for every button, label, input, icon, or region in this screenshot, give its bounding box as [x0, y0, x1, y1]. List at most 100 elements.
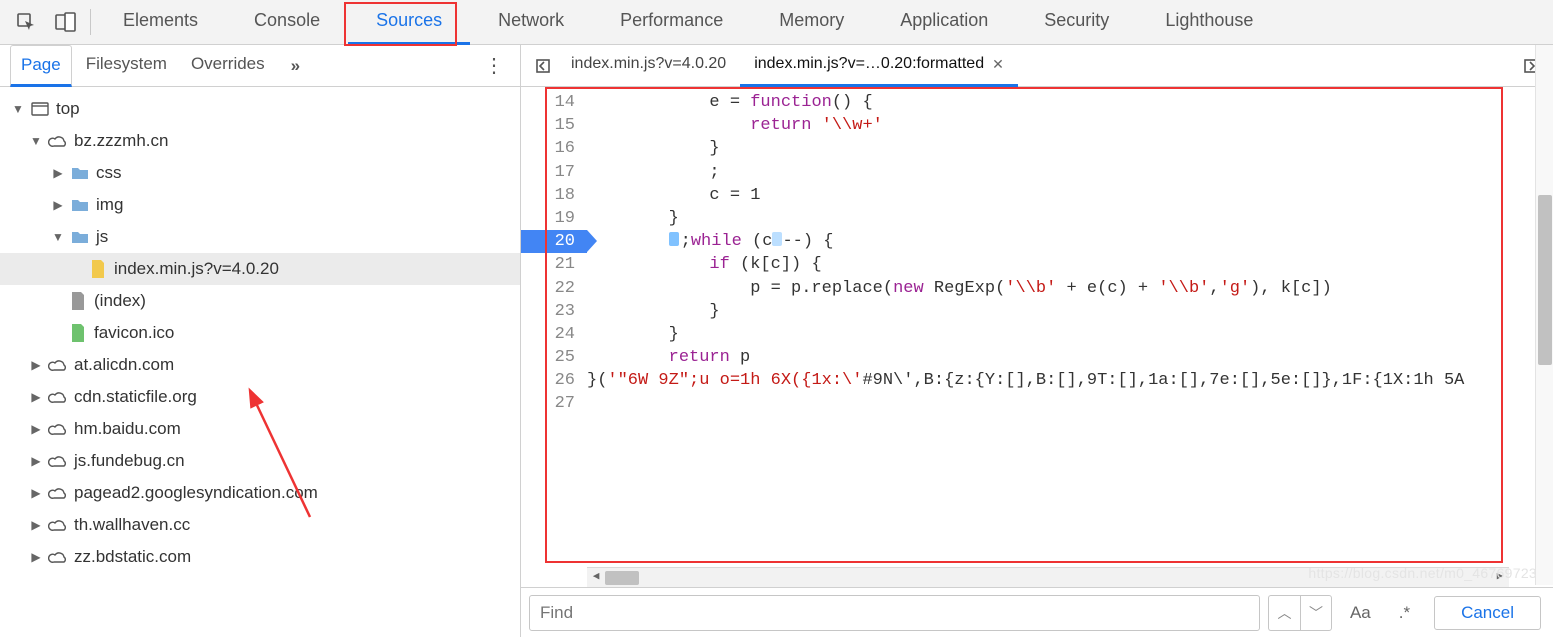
scroll-left-icon[interactable]: ◀: [587, 568, 605, 587]
code-line[interactable]: }('"6W 9Z";u o=1h 6X({1x:\'#9N\',B:{z:{Y…: [587, 369, 1553, 392]
line-number[interactable]: 15: [521, 114, 587, 137]
sidebar-tab-filesystem[interactable]: Filesystem: [76, 45, 177, 87]
tree-label: hm.baidu.com: [74, 419, 181, 439]
tree-file-indexmin[interactable]: index.min.js?v=4.0.20: [0, 253, 520, 285]
line-number[interactable]: 23: [521, 300, 587, 323]
tree-label: bz.zzzmh.cn: [74, 131, 168, 151]
code-line[interactable]: c = 1: [587, 184, 1553, 207]
chevron-right-icon: ▶: [30, 550, 42, 564]
tab-elements[interactable]: Elements: [95, 0, 226, 45]
code-line[interactable]: return p: [587, 346, 1553, 369]
code-line[interactable]: }: [587, 300, 1553, 323]
regex-toggle[interactable]: .*: [1389, 603, 1420, 623]
line-number[interactable]: 24: [521, 323, 587, 346]
tree-domain-bdstatic[interactable]: ▶ zz.bdstatic.com: [0, 541, 520, 573]
line-number[interactable]: 21: [521, 253, 587, 276]
code-line[interactable]: }: [587, 137, 1553, 160]
separator: [90, 9, 91, 35]
chevron-right-icon: ▶: [30, 390, 42, 404]
line-number[interactable]: 26: [521, 369, 587, 392]
scrollbar-thumb[interactable]: [1538, 195, 1552, 365]
js-file-icon: [88, 259, 108, 279]
find-prev-button[interactable]: ︿: [1268, 595, 1300, 631]
code-line[interactable]: }: [587, 207, 1553, 230]
tree-label: (index): [94, 291, 146, 311]
chevron-right-icon: ▶: [30, 518, 42, 532]
tree-file-index[interactable]: (index): [0, 285, 520, 317]
tree-label: index.min.js?v=4.0.20: [114, 259, 279, 279]
code-line[interactable]: ;: [587, 161, 1553, 184]
tree-file-favicon[interactable]: favicon.ico: [0, 317, 520, 349]
cancel-button[interactable]: Cancel: [1434, 596, 1541, 630]
tree-domain-bz[interactable]: ▼ bz.zzzmh.cn: [0, 125, 520, 157]
sidebar-kebab-icon[interactable]: ⋮: [484, 53, 504, 78]
cloud-icon: [48, 515, 68, 535]
line-number[interactable]: 16: [521, 137, 587, 160]
chevron-right-icon: ▶: [52, 166, 64, 180]
inspect-element-icon[interactable]: [6, 0, 46, 45]
tree-domain-staticfile[interactable]: ▶ cdn.staticfile.org: [0, 381, 520, 413]
tab-security[interactable]: Security: [1016, 0, 1137, 45]
line-number[interactable]: 20: [521, 230, 587, 253]
tab-network[interactable]: Network: [470, 0, 592, 45]
code-line[interactable]: [587, 392, 1553, 415]
code-line[interactable]: return '\\w+': [587, 114, 1553, 137]
find-input[interactable]: [529, 595, 1260, 631]
chevron-down-icon: ▼: [30, 134, 42, 148]
file-tab-2[interactable]: index.min.js?v=…0.20:formatted✕: [740, 45, 1018, 87]
tree-folder-js[interactable]: ▼ js: [0, 221, 520, 253]
code-editor[interactable]: 1415161718192021222324252627 e = functio…: [521, 87, 1553, 587]
chevron-down-icon: ▼: [12, 102, 24, 116]
close-icon[interactable]: ✕: [992, 56, 1004, 73]
code-line[interactable]: if (k[c]) {: [587, 253, 1553, 276]
match-case-toggle[interactable]: Aa: [1340, 603, 1381, 623]
line-number[interactable]: 25: [521, 346, 587, 369]
line-number[interactable]: 27: [521, 392, 587, 415]
chevron-right-icon: ▶: [30, 358, 42, 372]
tabnav-prev-icon[interactable]: [529, 45, 557, 86]
scroll-right-icon[interactable]: ▶: [1491, 568, 1509, 587]
tab-lighthouse[interactable]: Lighthouse: [1137, 0, 1281, 45]
image-file-icon: [68, 323, 88, 343]
device-toolbar-icon[interactable]: [46, 0, 86, 45]
line-number[interactable]: 17: [521, 161, 587, 184]
tree-domain-wallhaven[interactable]: ▶ th.wallhaven.cc: [0, 509, 520, 541]
tree-folder-img[interactable]: ▶ img: [0, 189, 520, 221]
tab-performance[interactable]: Performance: [592, 0, 751, 45]
tab-memory[interactable]: Memory: [751, 0, 872, 45]
find-next-button[interactable]: ﹀: [1300, 595, 1332, 631]
cloud-icon: [48, 131, 68, 151]
sidebar-tab-overrides[interactable]: Overrides: [181, 45, 275, 87]
tree-domain-hmbaidu[interactable]: ▶ hm.baidu.com: [0, 413, 520, 445]
tree-folder-css[interactable]: ▶ css: [0, 157, 520, 189]
code-line[interactable]: p = p.replace(new RegExp('\\b' + e(c) + …: [587, 277, 1553, 300]
code-line[interactable]: ;while (c--) {: [587, 230, 1553, 253]
folder-icon: [70, 195, 90, 215]
chevron-right-icon: ▶: [30, 486, 42, 500]
sidebar-more-tabs-icon[interactable]: »: [291, 56, 300, 76]
sidebar-tab-page[interactable]: Page: [10, 45, 72, 87]
horizontal-scrollbar[interactable]: ◀ ▶: [587, 567, 1509, 587]
tree-top-frame[interactable]: ▼ top: [0, 93, 520, 125]
tree-domain-alicdn[interactable]: ▶ at.alicdn.com: [0, 349, 520, 381]
scrollbar-thumb[interactable]: [605, 571, 639, 585]
tab-sources[interactable]: Sources: [348, 0, 470, 45]
line-number[interactable]: 22: [521, 277, 587, 300]
tree-label: js.fundebug.cn: [74, 451, 185, 471]
code-line[interactable]: e = function() {: [587, 91, 1553, 114]
tree-domain-pagead[interactable]: ▶ pagead2.googlesyndication.com: [0, 477, 520, 509]
tree-label: img: [96, 195, 123, 215]
file-tab-1[interactable]: index.min.js?v=4.0.20: [557, 45, 740, 87]
vertical-scrollbar[interactable]: [1535, 45, 1553, 585]
cloud-icon: [48, 387, 68, 407]
line-number[interactable]: 14: [521, 91, 587, 114]
tab-application[interactable]: Application: [872, 0, 1016, 45]
line-number[interactable]: 19: [521, 207, 587, 230]
code-line[interactable]: }: [587, 323, 1553, 346]
tree-label: top: [56, 99, 80, 119]
tree-domain-fundebug[interactable]: ▶ js.fundebug.cn: [0, 445, 520, 477]
tab-console[interactable]: Console: [226, 0, 348, 45]
cloud-icon: [48, 547, 68, 567]
folder-icon: [70, 227, 90, 247]
line-number[interactable]: 18: [521, 184, 587, 207]
